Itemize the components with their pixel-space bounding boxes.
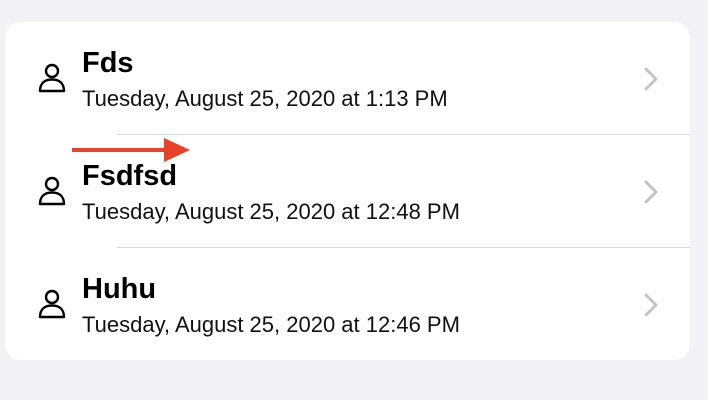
- chevron-right-icon: [644, 293, 658, 317]
- list-item-date: Tuesday, August 25, 2020 at 12:48 PM: [82, 199, 460, 224]
- chevron-right-icon: [644, 67, 658, 91]
- list-item-date: Tuesday, August 25, 2020 at 12:46 PM: [82, 312, 460, 337]
- person-icon: [38, 289, 66, 319]
- list-item-title: Fds: [82, 47, 134, 79]
- list-item-title: Fsdfsd: [82, 160, 178, 192]
- list-item-date: Tuesday, August 25, 2020 at 1:13 PM: [82, 86, 448, 111]
- red-arrow-icon: [72, 138, 190, 162]
- chevron-right-icon: [644, 180, 658, 204]
- list-item[interactable]: Huhu Tuesday, August 25, 2020 at 12:46 P…: [5, 248, 690, 360]
- person-icon: [38, 63, 66, 93]
- list-item[interactable]: Fds Tuesday, August 25, 2020 at 1:13 PM: [5, 22, 690, 134]
- list-item-title: Huhu: [82, 273, 157, 305]
- recordings-list: Fds Tuesday, August 25, 2020 at 1:13 PM …: [5, 22, 690, 360]
- person-icon: [38, 176, 66, 206]
